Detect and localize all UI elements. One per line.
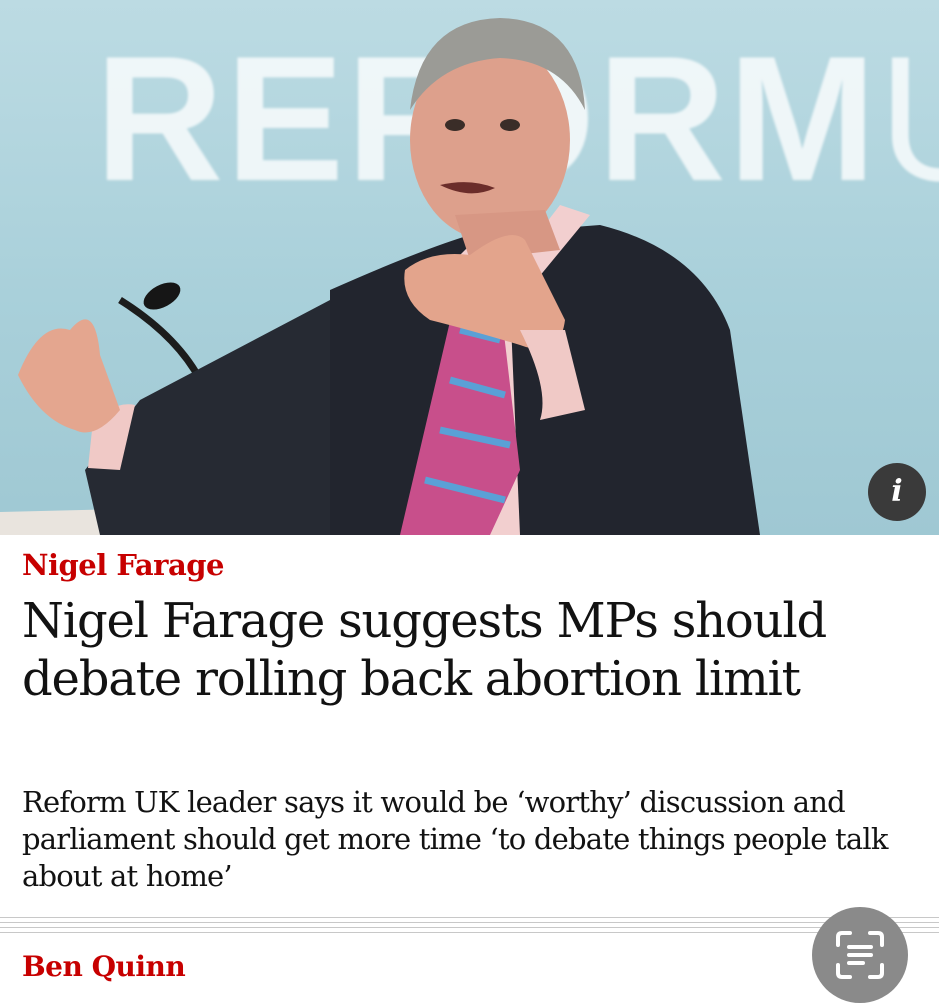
live-text-scan-button[interactable] xyxy=(812,907,908,1003)
article-kicker[interactable]: Nigel Farage xyxy=(22,548,224,582)
info-icon: i xyxy=(891,474,903,509)
hero-photo: REFORMUK i xyxy=(0,0,939,535)
speaker-figure xyxy=(0,18,760,535)
article-standfirst: Reform UK leader says it would be ‘worth… xyxy=(22,785,888,893)
divider-lines xyxy=(0,917,939,937)
info-button[interactable]: i xyxy=(868,463,926,521)
article-headline: Nigel Farage suggests MPs should debate … xyxy=(22,593,827,707)
article-byline[interactable]: Ben Quinn xyxy=(22,950,186,983)
live-text-scan-icon xyxy=(836,931,884,979)
